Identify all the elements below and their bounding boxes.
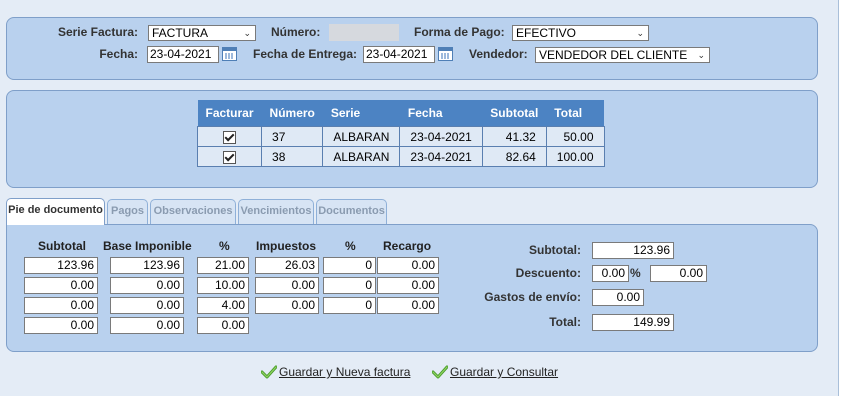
page-right-edge: [838, 0, 849, 396]
tab-pagos[interactable]: Pagos: [107, 199, 148, 224]
checkmark-icon: [261, 365, 277, 379]
serie-value: FACTURA: [152, 26, 209, 40]
descuento-value-field[interactable]: 0.00: [650, 265, 707, 282]
save-and-view-button[interactable]: Guardar y Consultar: [450, 365, 558, 379]
serie-cell: ALBARAN: [322, 126, 401, 147]
column-header-subtotal: Subtotal: [482, 100, 547, 127]
column-header-serie: Serie: [322, 100, 400, 127]
numero-label: Número:: [271, 25, 321, 39]
subtotal-field[interactable]: 0.00: [24, 317, 98, 334]
re-pct-field[interactable]: 0: [323, 277, 376, 294]
checkmark-icon: [223, 130, 237, 144]
base-imponible-field[interactable]: 123.96: [110, 257, 184, 274]
descuento-pct-field[interactable]: 0.00: [592, 265, 629, 282]
base-imponible-field[interactable]: 0.00: [110, 297, 184, 314]
column-header-numero: Número: [261, 100, 323, 127]
impuestos-field[interactable]: 26.03: [255, 257, 319, 274]
column-header-re-pct: %: [345, 239, 356, 253]
chevron-down-icon: ⌄: [636, 28, 644, 38]
forma-pago-label: Forma de Pago:: [414, 25, 505, 39]
fecha-entrega-label: Fecha de Entrega:: [253, 47, 358, 61]
column-header-subtotal: Subtotal: [38, 239, 86, 253]
tab-documentos[interactable]: Documentos: [316, 199, 387, 224]
column-header-fecha: Fecha: [399, 100, 483, 127]
percent-sign: %: [630, 266, 641, 280]
column-header-impuestos: Impuestos: [256, 239, 317, 253]
re-pct-field[interactable]: 0: [323, 257, 376, 274]
calendar-icon[interactable]: [222, 47, 237, 61]
column-header-iva-pct: %: [219, 239, 230, 253]
subtotal-cell: 82.64: [481, 146, 547, 167]
serie-label: Serie Factura:: [57, 25, 138, 39]
gastos-envio-label: Gastos de envío:: [484, 290, 581, 304]
recargo-field[interactable]: 0.00: [377, 277, 439, 294]
iva-pct-field[interactable]: 10.00: [197, 277, 249, 294]
subtotal-cell: 41.32: [481, 126, 547, 147]
fecha-entrega-input[interactable]: 23-04-2021: [363, 46, 435, 63]
total-cell: 50.00: [545, 126, 605, 147]
checkmark-icon: [432, 365, 448, 379]
total-subtotal-label: Subtotal:: [529, 243, 581, 257]
numero-cell: 38: [261, 146, 324, 167]
total-field: 149.99: [592, 314, 674, 331]
chevron-down-icon: ⌄: [697, 50, 705, 60]
fecha-label: Fecha:: [99, 47, 138, 61]
table-row: 38 ALBARAN 23-04-2021 82.64 100.00: [196, 146, 605, 167]
vendedor-label: Vendedor:: [469, 47, 528, 61]
numero-cell: 37: [261, 126, 324, 147]
impuestos-field[interactable]: 0.00: [255, 297, 319, 314]
iva-pct-field[interactable]: 0.00: [197, 317, 249, 334]
column-header-base-imponible: Base Imponible: [103, 239, 192, 253]
vendedor-value: VENDEDOR DEL CLIENTE: [539, 48, 688, 62]
tab-observaciones[interactable]: Observaciones: [150, 199, 236, 224]
total-subtotal-field: 123.96: [592, 242, 674, 259]
tab-pie-de-documento[interactable]: Pie de documento: [6, 198, 105, 225]
numero-field: [329, 24, 399, 41]
re-pct-field[interactable]: 0: [323, 297, 376, 314]
recargo-field[interactable]: 0.00: [377, 257, 439, 274]
column-header-total: Total: [546, 100, 604, 127]
vendedor-select[interactable]: VENDEDOR DEL CLIENTE ⌄: [535, 47, 710, 63]
impuestos-field[interactable]: 0.00: [255, 277, 319, 294]
save-new-invoice-button[interactable]: Guardar y Nueva factura: [279, 365, 410, 379]
total-label: Total:: [549, 315, 581, 329]
fecha-input[interactable]: 23-04-2021: [147, 46, 219, 63]
facturar-checkbox[interactable]: [196, 146, 263, 167]
subtotal-field[interactable]: 0.00: [24, 297, 98, 314]
descuento-label: Descuento:: [515, 266, 581, 280]
table-row: 37 ALBARAN 23-04-2021 41.32 50.00: [196, 126, 605, 147]
total-cell: 100.00: [545, 146, 605, 167]
albaranes-table: Facturar Número Serie Fecha Subtotal Tot…: [196, 100, 605, 167]
gastos-envio-field[interactable]: 0.00: [592, 289, 644, 306]
iva-pct-field[interactable]: 4.00: [197, 297, 249, 314]
checkmark-icon: [223, 150, 237, 164]
calendar-icon[interactable]: [438, 47, 453, 61]
table-header-row: Facturar Número Serie Fecha Subtotal Tot…: [197, 100, 604, 127]
forma-pago-select[interactable]: EFECTIVO ⌄: [512, 25, 649, 41]
subtotal-field[interactable]: 123.96: [24, 257, 98, 274]
fecha-cell: 23-04-2021: [399, 146, 483, 167]
recargo-field[interactable]: 0.00: [377, 297, 439, 314]
column-header-recargo: Recargo: [383, 239, 432, 253]
base-imponible-field[interactable]: 0.00: [110, 277, 184, 294]
serie-select[interactable]: FACTURA ⌄: [148, 25, 256, 41]
column-header-facturar: Facturar: [197, 100, 262, 127]
tab-vencimientos[interactable]: Vencimientos: [238, 199, 314, 224]
base-imponible-field[interactable]: 0.00: [110, 317, 184, 334]
chevron-down-icon: ⌄: [243, 28, 251, 38]
iva-pct-field[interactable]: 21.00: [197, 257, 249, 274]
subtotal-field[interactable]: 0.00: [24, 277, 98, 294]
forma-pago-value: EFECTIVO: [516, 26, 577, 40]
fecha-cell: 23-04-2021: [399, 126, 483, 147]
facturar-checkbox[interactable]: [196, 126, 263, 147]
serie-cell: ALBARAN: [322, 146, 401, 167]
